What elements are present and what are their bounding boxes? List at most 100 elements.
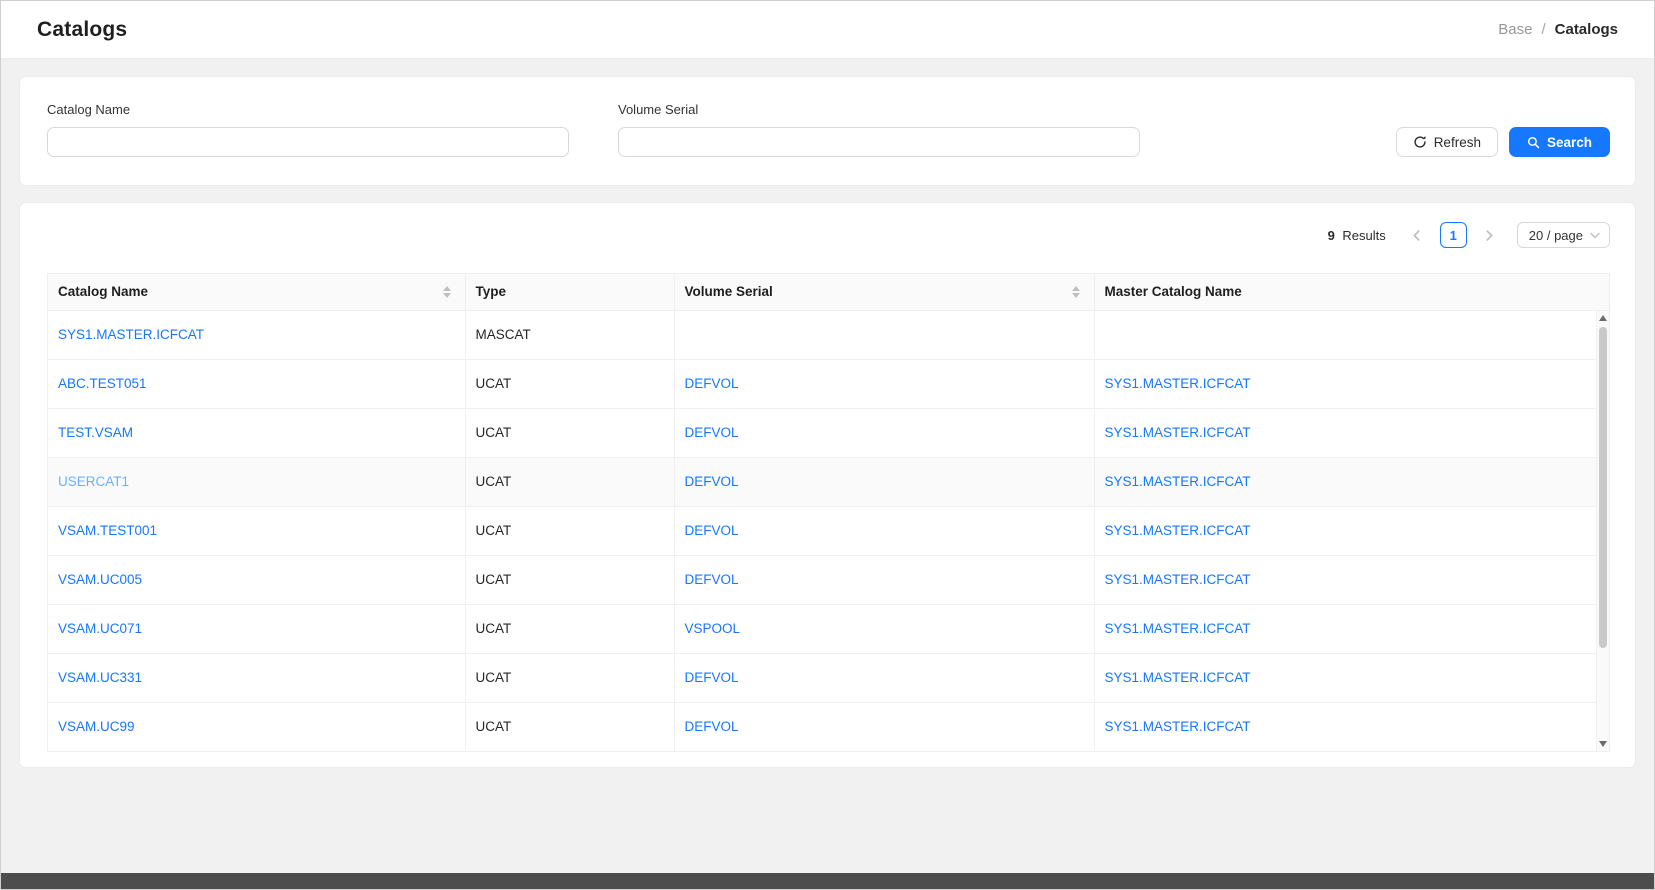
- window-bottom-bar: [1, 873, 1654, 889]
- refresh-button[interactable]: Refresh: [1396, 127, 1498, 157]
- refresh-icon: [1413, 135, 1427, 149]
- master-catalog-link[interactable]: SYS1.MASTER.ICFCAT: [1105, 572, 1251, 587]
- type-value: UCAT: [476, 621, 512, 636]
- results-count-suffix: Results: [1342, 228, 1385, 243]
- sort-icon-catalog-name[interactable]: [443, 286, 451, 298]
- type-cell: UCAT: [465, 457, 674, 506]
- catalog-name-link[interactable]: ABC.TEST051: [58, 376, 147, 391]
- volume-serial-cell: VSPOOL: [674, 604, 1094, 653]
- column-header-master-catalog-name: Master Catalog Name: [1094, 274, 1609, 310]
- master-catalog-link[interactable]: SYS1.MASTER.ICFCAT: [1105, 474, 1251, 489]
- catalog-name-field: Catalog Name: [47, 102, 569, 157]
- catalog-name-link[interactable]: VSAM.UC331: [58, 670, 142, 685]
- volume-serial-link[interactable]: DEFVOL: [685, 719, 739, 734]
- master-catalog-link[interactable]: SYS1.MASTER.ICFCAT: [1105, 719, 1251, 734]
- page-size-value: 20 / page: [1529, 228, 1583, 243]
- table-row: VSAM.TEST001 UCAT DEFVOL SYS1.MASTER.ICF…: [48, 506, 1609, 555]
- type-cell: UCAT: [465, 702, 674, 751]
- chevron-left-icon: [1412, 230, 1421, 241]
- volume-serial-link[interactable]: DEFVOL: [685, 572, 739, 587]
- volume-serial-link[interactable]: DEFVOL: [685, 376, 739, 391]
- master-catalog-cell: SYS1.MASTER.ICFCAT: [1094, 359, 1609, 408]
- search-icon: [1527, 136, 1540, 149]
- pagination-page-1[interactable]: 1: [1440, 222, 1467, 248]
- volume-serial-link[interactable]: DEFVOL: [685, 474, 739, 489]
- table-row: VSAM.UC331 UCAT DEFVOL SYS1.MASTER.ICFCA…: [48, 653, 1609, 702]
- volume-serial-field: Volume Serial: [618, 102, 1140, 157]
- volume-serial-link[interactable]: DEFVOL: [685, 670, 739, 685]
- table-header-row: Catalog Name Type Volume Serial: [48, 274, 1609, 310]
- table-row: VSAM.UC005 UCAT DEFVOL SYS1.MASTER.ICFCA…: [48, 555, 1609, 604]
- page-title: Catalogs: [37, 18, 127, 42]
- volume-serial-cell: DEFVOL: [674, 506, 1094, 555]
- column-header-type-label: Type: [476, 284, 507, 299]
- sort-icon-volume-serial[interactable]: [1072, 286, 1080, 298]
- scrollbar-track[interactable]: [1597, 325, 1609, 737]
- type-cell: UCAT: [465, 604, 674, 653]
- catalog-name-cell: ABC.TEST051: [48, 359, 465, 408]
- results-count-number: 9: [1328, 228, 1335, 243]
- results-count: 9 Results: [1328, 228, 1386, 243]
- column-header-volume-serial[interactable]: Volume Serial: [674, 274, 1094, 310]
- breadcrumb-separator: /: [1541, 21, 1545, 38]
- pagination-prev-button[interactable]: [1404, 222, 1430, 248]
- catalogs-table: Catalog Name Type Volume Serial: [47, 273, 1610, 752]
- volume-serial-cell: DEFVOL: [674, 653, 1094, 702]
- scrollbar-down-icon[interactable]: [1597, 737, 1609, 751]
- pagination-next-button[interactable]: [1477, 222, 1503, 248]
- filter-panel: Catalog Name Volume Serial Refresh: [19, 76, 1636, 186]
- page-size-select[interactable]: 20 / page: [1517, 222, 1610, 248]
- catalog-name-link[interactable]: TEST.VSAM: [58, 425, 133, 440]
- master-catalog-cell: SYS1.MASTER.ICFCAT: [1094, 702, 1609, 751]
- catalog-name-cell: VSAM.TEST001: [48, 506, 465, 555]
- master-catalog-link[interactable]: SYS1.MASTER.ICFCAT: [1105, 523, 1251, 538]
- volume-serial-label: Volume Serial: [618, 102, 1140, 117]
- type-value: UCAT: [476, 719, 512, 734]
- chevron-right-icon: [1485, 230, 1494, 241]
- app-window: Catalogs Base / Catalogs Catalog Name Vo…: [0, 0, 1655, 890]
- volume-serial-link[interactable]: DEFVOL: [685, 425, 739, 440]
- catalog-name-link[interactable]: VSAM.UC005: [58, 572, 142, 587]
- table-scrollbar[interactable]: [1596, 311, 1609, 751]
- master-catalog-cell: SYS1.MASTER.ICFCAT: [1094, 555, 1609, 604]
- catalog-name-link[interactable]: VSAM.TEST001: [58, 523, 157, 538]
- volume-serial-input[interactable]: [618, 127, 1140, 157]
- chevron-down-icon: [1590, 232, 1600, 239]
- master-catalog-link[interactable]: SYS1.MASTER.ICFCAT: [1105, 621, 1251, 636]
- catalog-name-link[interactable]: VSAM.UC071: [58, 621, 142, 636]
- volume-serial-link[interactable]: DEFVOL: [685, 523, 739, 538]
- catalog-name-cell: VSAM.UC071: [48, 604, 465, 653]
- catalog-name-input[interactable]: [47, 127, 569, 157]
- type-cell: UCAT: [465, 359, 674, 408]
- scrollbar-up-icon[interactable]: [1597, 311, 1609, 325]
- catalog-name-label: Catalog Name: [47, 102, 569, 117]
- scrollbar-thumb[interactable]: [1599, 327, 1607, 648]
- master-catalog-link[interactable]: SYS1.MASTER.ICFCAT: [1105, 376, 1251, 391]
- search-button-label: Search: [1547, 135, 1592, 150]
- type-cell: MASCAT: [465, 310, 674, 359]
- type-cell: UCAT: [465, 653, 674, 702]
- type-value: UCAT: [476, 474, 512, 489]
- master-catalog-cell: [1094, 310, 1609, 359]
- catalog-name-cell: VSAM.UC331: [48, 653, 465, 702]
- volume-serial-cell: DEFVOL: [674, 408, 1094, 457]
- volume-serial-link[interactable]: VSPOOL: [685, 621, 741, 636]
- breadcrumb-item-base[interactable]: Base: [1498, 21, 1532, 38]
- master-catalog-cell: SYS1.MASTER.ICFCAT: [1094, 457, 1609, 506]
- refresh-button-label: Refresh: [1434, 135, 1481, 150]
- type-cell: UCAT: [465, 506, 674, 555]
- catalog-name-cell: VSAM.UC005: [48, 555, 465, 604]
- catalog-name-link[interactable]: SYS1.MASTER.ICFCAT: [58, 327, 204, 342]
- volume-serial-cell: [674, 310, 1094, 359]
- catalog-name-link[interactable]: VSAM.UC99: [58, 719, 135, 734]
- type-cell: UCAT: [465, 555, 674, 604]
- column-header-catalog-name[interactable]: Catalog Name: [48, 274, 465, 310]
- type-value: UCAT: [476, 425, 512, 440]
- master-catalog-link[interactable]: SYS1.MASTER.ICFCAT: [1105, 425, 1251, 440]
- breadcrumb-item-catalogs: Catalogs: [1555, 21, 1618, 38]
- master-catalog-cell: SYS1.MASTER.ICFCAT: [1094, 604, 1609, 653]
- catalog-name-cell: VSAM.UC99: [48, 702, 465, 751]
- master-catalog-link[interactable]: SYS1.MASTER.ICFCAT: [1105, 670, 1251, 685]
- search-button[interactable]: Search: [1509, 127, 1610, 157]
- catalog-name-link[interactable]: USERCAT1: [58, 474, 129, 489]
